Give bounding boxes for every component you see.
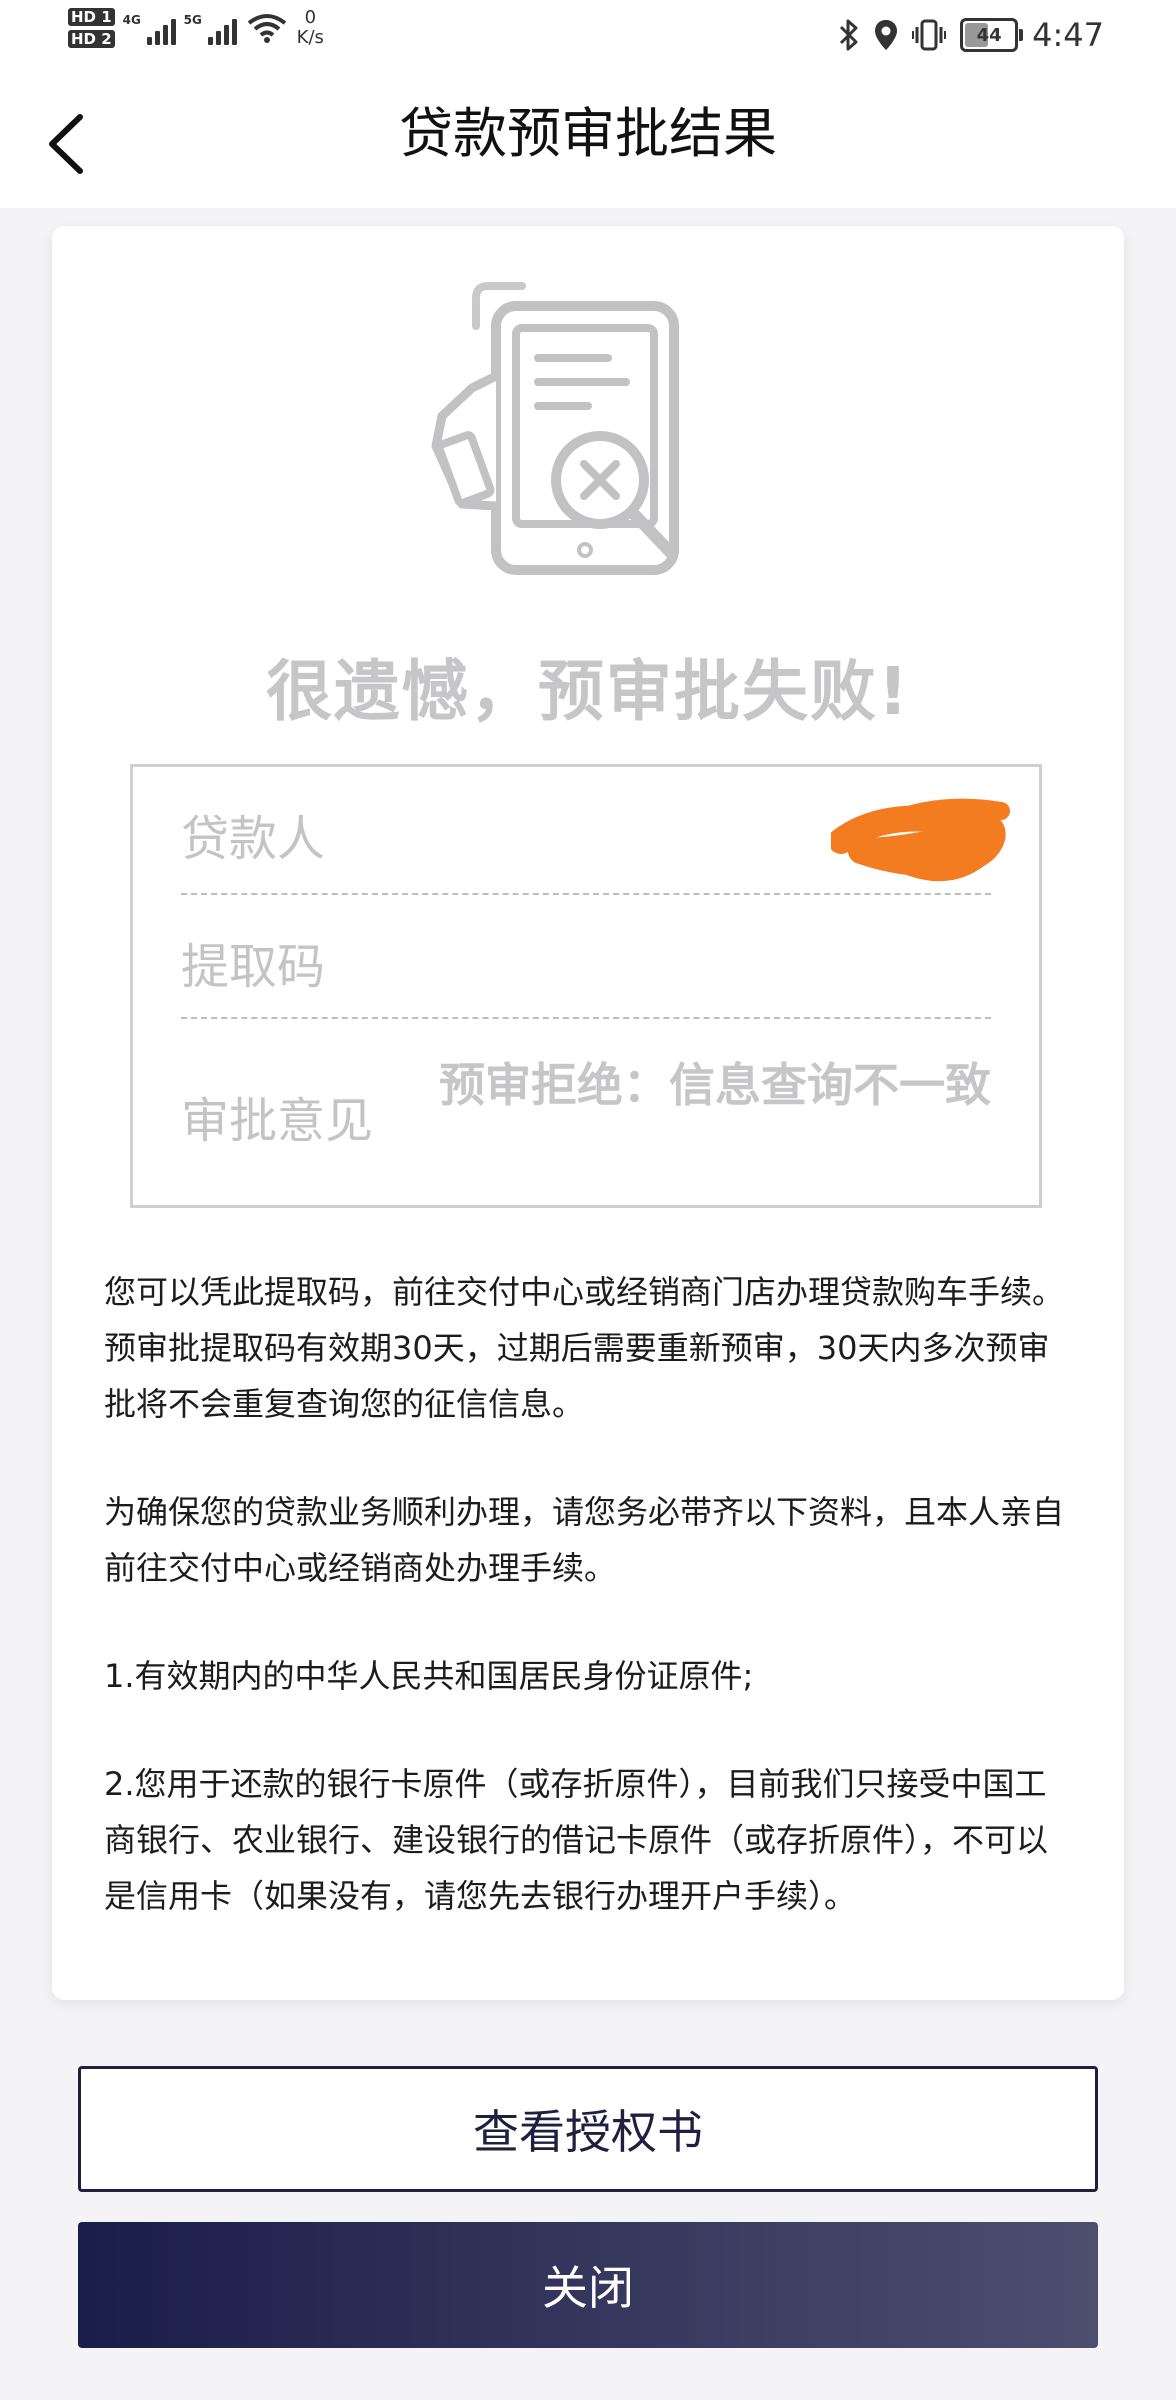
clock: 4:47: [1032, 16, 1104, 54]
description: 您可以凭此提取码，前往交付中心或经销商门店办理贷款购车手续。预审批提取码有效期3…: [104, 1264, 1072, 1976]
status-right: 44 4:47: [838, 16, 1104, 54]
network-speed: 0 K/s: [297, 8, 324, 48]
desc-para-3: 1.有效期内的中华人民共和国居民身份证原件;: [104, 1657, 754, 1695]
result-info-box: 贷款人 提取码 审批意见 预审拒绝：信息查询不一致: [130, 764, 1042, 1208]
battery-icon: 44: [960, 18, 1024, 52]
location-icon: [875, 20, 898, 50]
desc-para-1: 您可以凭此提取码，前往交付中心或经销商门店办理贷款购车手续。预审批提取码有效期3…: [104, 1273, 1065, 1423]
opinion-value: 预审拒绝：信息查询不一致: [439, 1058, 991, 1112]
speed-unit: K/s: [296, 27, 324, 48]
status-left: HD 1 HD 2 4G 5G 0 K/s: [68, 8, 324, 48]
row-pickup-code: 提取码: [181, 927, 991, 997]
pickup-code-label: 提取码: [181, 939, 326, 995]
net2-label: 5G: [183, 13, 202, 27]
wifi-icon: [247, 14, 286, 43]
signal-5g-icon: 5G: [183, 11, 237, 45]
redaction-scribble: [831, 798, 1010, 882]
bluetooth-icon: [840, 19, 858, 51]
desc-para-4: 2.您用于还款的银行卡原件（或存折原件），目前我们只接受中国工商银行、农业银行、…: [104, 1765, 1049, 1915]
opinion-label: 审批意见: [181, 1093, 374, 1149]
speed-value: 0: [304, 7, 317, 28]
hd-indicators: HD 1 HD 2: [68, 8, 115, 48]
hd2-badge: HD 2: [68, 30, 115, 48]
signal-4g-icon: 4G: [122, 11, 176, 45]
vibrate-icon: [912, 19, 947, 51]
row-divider: [181, 1017, 991, 1019]
row-divider: [181, 893, 991, 895]
battery-level: 44: [976, 24, 1002, 46]
hd1-badge: HD 1: [68, 8, 115, 26]
close-button[interactable]: 关闭: [78, 2222, 1098, 2348]
status-bar: HD 1 HD 2 4G 5G 0 K/s 44 4:47: [0, 0, 1176, 80]
desc-para-2: 为确保您的贷款业务顺利办理，请您务必带齐以下资料，且本人亲自前往交付中心或经销商…: [104, 1493, 1065, 1587]
nav-header: 贷款预审批结果: [0, 80, 1176, 208]
document-reject-icon: [431, 282, 679, 575]
view-authorization-button[interactable]: 查看授权书: [78, 2066, 1098, 2192]
net1-label: 4G: [122, 13, 141, 27]
row-opinion: 审批意见 预审拒绝：信息查询不一致: [181, 1051, 991, 1191]
result-card: 很遗憾，预审批失败! 贷款人 提取码 审批意见 预审拒绝：信息查询不一致 您可以…: [52, 226, 1124, 2000]
borrower-label: 贷款人: [181, 811, 326, 867]
page-title: 贷款预审批结果: [399, 102, 777, 165]
fail-title: 很遗憾，预审批失败!: [265, 653, 911, 730]
